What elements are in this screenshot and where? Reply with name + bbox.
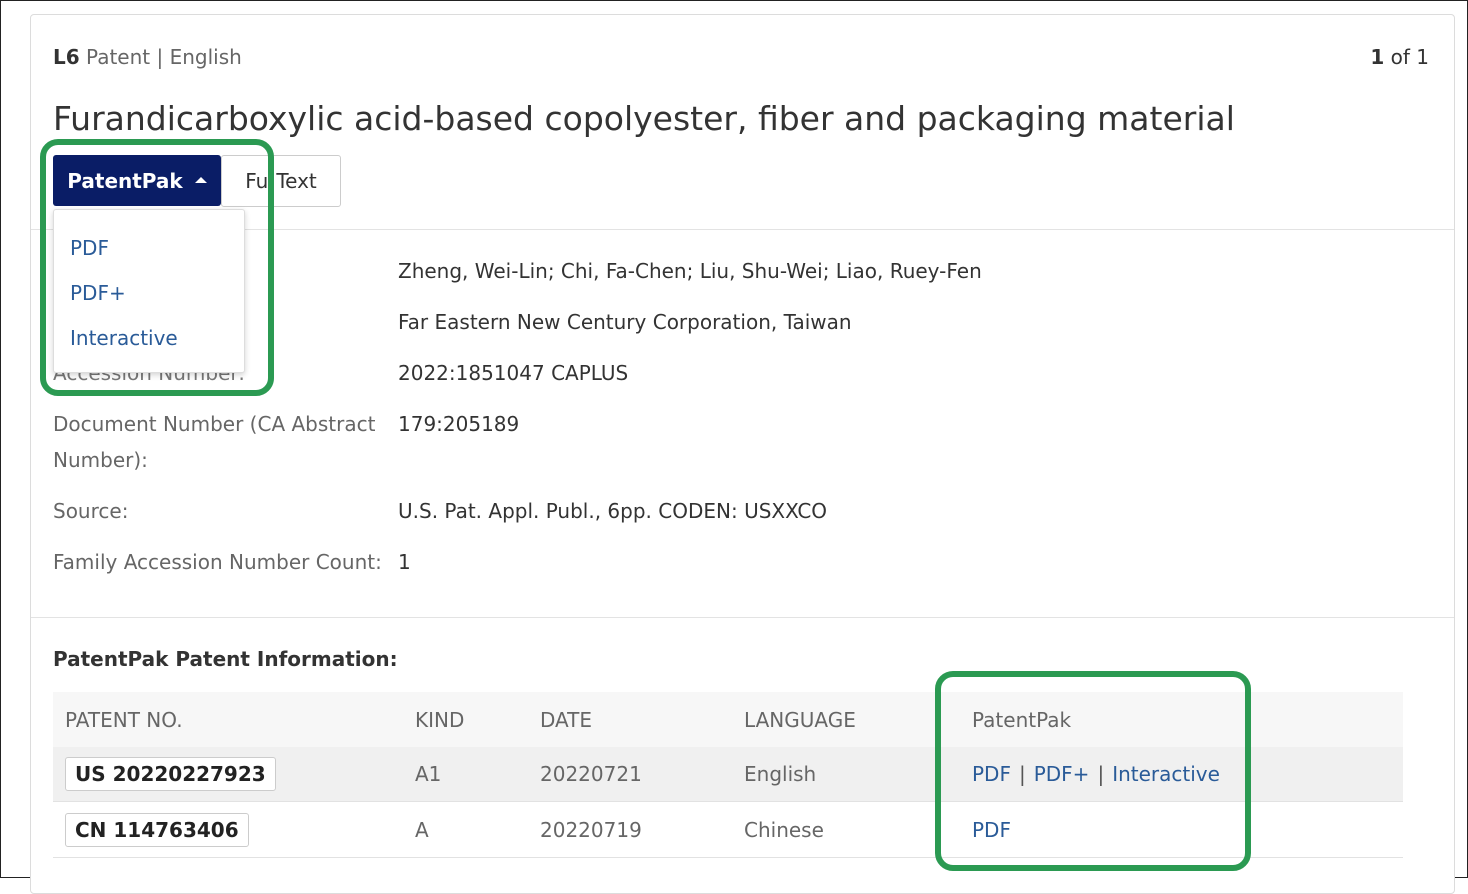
patentpak-button[interactable]: PatentPak	[53, 155, 221, 206]
meta-separator: |	[156, 45, 170, 69]
source-value: U.S. Pat. Appl. Publ., 6pp. CODEN: USXXC…	[398, 499, 828, 523]
record-id: L6	[53, 45, 80, 69]
patent-info-title: PatentPak Patent Information:	[53, 647, 398, 671]
pager-total: of 1	[1390, 45, 1429, 69]
table-row: CN 114763406 A 20220719 Chinese PDF	[53, 803, 1403, 858]
section-divider	[31, 617, 1454, 618]
patent-number-button[interactable]: US 20220227923	[65, 757, 276, 791]
patentpak-dropdown-menu: PDF PDF+ Interactive	[53, 209, 245, 373]
table-header: PATENT NO. KIND DATE LANGUAGE PatentPak	[53, 692, 1403, 747]
patent-number-button[interactable]: CN 114763406	[65, 813, 249, 847]
col-date: DATE	[540, 708, 593, 732]
dropdown-item-interactive[interactable]: Interactive	[70, 326, 178, 350]
dropdown-item-pdf[interactable]: PDF	[70, 236, 109, 260]
full-text-label-right: Text	[276, 169, 317, 193]
col-language: LANGUAGE	[744, 708, 856, 732]
family-count-value: 1	[398, 550, 411, 574]
doc-number-label-2: Number):	[53, 448, 148, 472]
col-patentpak: PatentPak	[972, 708, 1072, 732]
pager: 1 of 1	[1370, 45, 1429, 69]
kind-cell: A	[415, 818, 429, 842]
assignee-value: Far Eastern New Century Corporation, Tai…	[398, 310, 852, 334]
pager-current: 1	[1370, 45, 1385, 69]
doc-language: English	[169, 45, 242, 69]
caret-up-icon	[194, 176, 207, 183]
kind-cell: A1	[415, 762, 442, 786]
pdf-link[interactable]: PDF	[972, 762, 1011, 786]
page-title: Furandicarboxylic acid-based copolyester…	[53, 99, 1235, 138]
col-patent-no: PATENT NO.	[65, 708, 183, 732]
dropdown-item-pdf-plus[interactable]: PDF+	[70, 281, 126, 305]
language-cell: Chinese	[744, 818, 824, 842]
interactive-link[interactable]: Interactive	[1112, 762, 1220, 786]
patentpak-button-label: PatentPak	[67, 168, 183, 193]
full-text-button[interactable]: Fu Text	[221, 155, 341, 207]
patentpak-links-cell: PDF	[972, 818, 1011, 842]
link-separator: |	[1097, 762, 1105, 786]
date-cell: 20220721	[540, 762, 642, 786]
date-cell: 20220719	[540, 818, 642, 842]
source-label: Source:	[53, 499, 129, 523]
record-meta: L6 Patent | English	[53, 45, 242, 69]
accession-number-value: 2022:1851047 CAPLUS	[398, 361, 629, 385]
family-count-label: Family Accession Number Count:	[53, 550, 382, 574]
inventors-value: Zheng, Wei-Lin; Chi, Fa-Chen; Liu, Shu-W…	[398, 259, 982, 283]
pdf-plus-link[interactable]: PDF+	[1034, 762, 1090, 786]
col-kind: KIND	[415, 708, 465, 732]
language-cell: English	[744, 762, 817, 786]
full-text-label-left: Fu	[245, 169, 269, 193]
doc-number-label-1: Document Number (CA Abstract	[53, 412, 376, 436]
link-separator: |	[1018, 762, 1026, 786]
table-row: US 20220227923 A1 20220721 English PDF | P…	[53, 747, 1403, 802]
doc-number-value: 179:205189	[398, 412, 520, 436]
doc-type: Patent	[86, 45, 151, 69]
patentpak-links-cell: PDF | PDF+ | Interactive	[972, 762, 1220, 786]
pdf-link[interactable]: PDF	[972, 818, 1011, 842]
